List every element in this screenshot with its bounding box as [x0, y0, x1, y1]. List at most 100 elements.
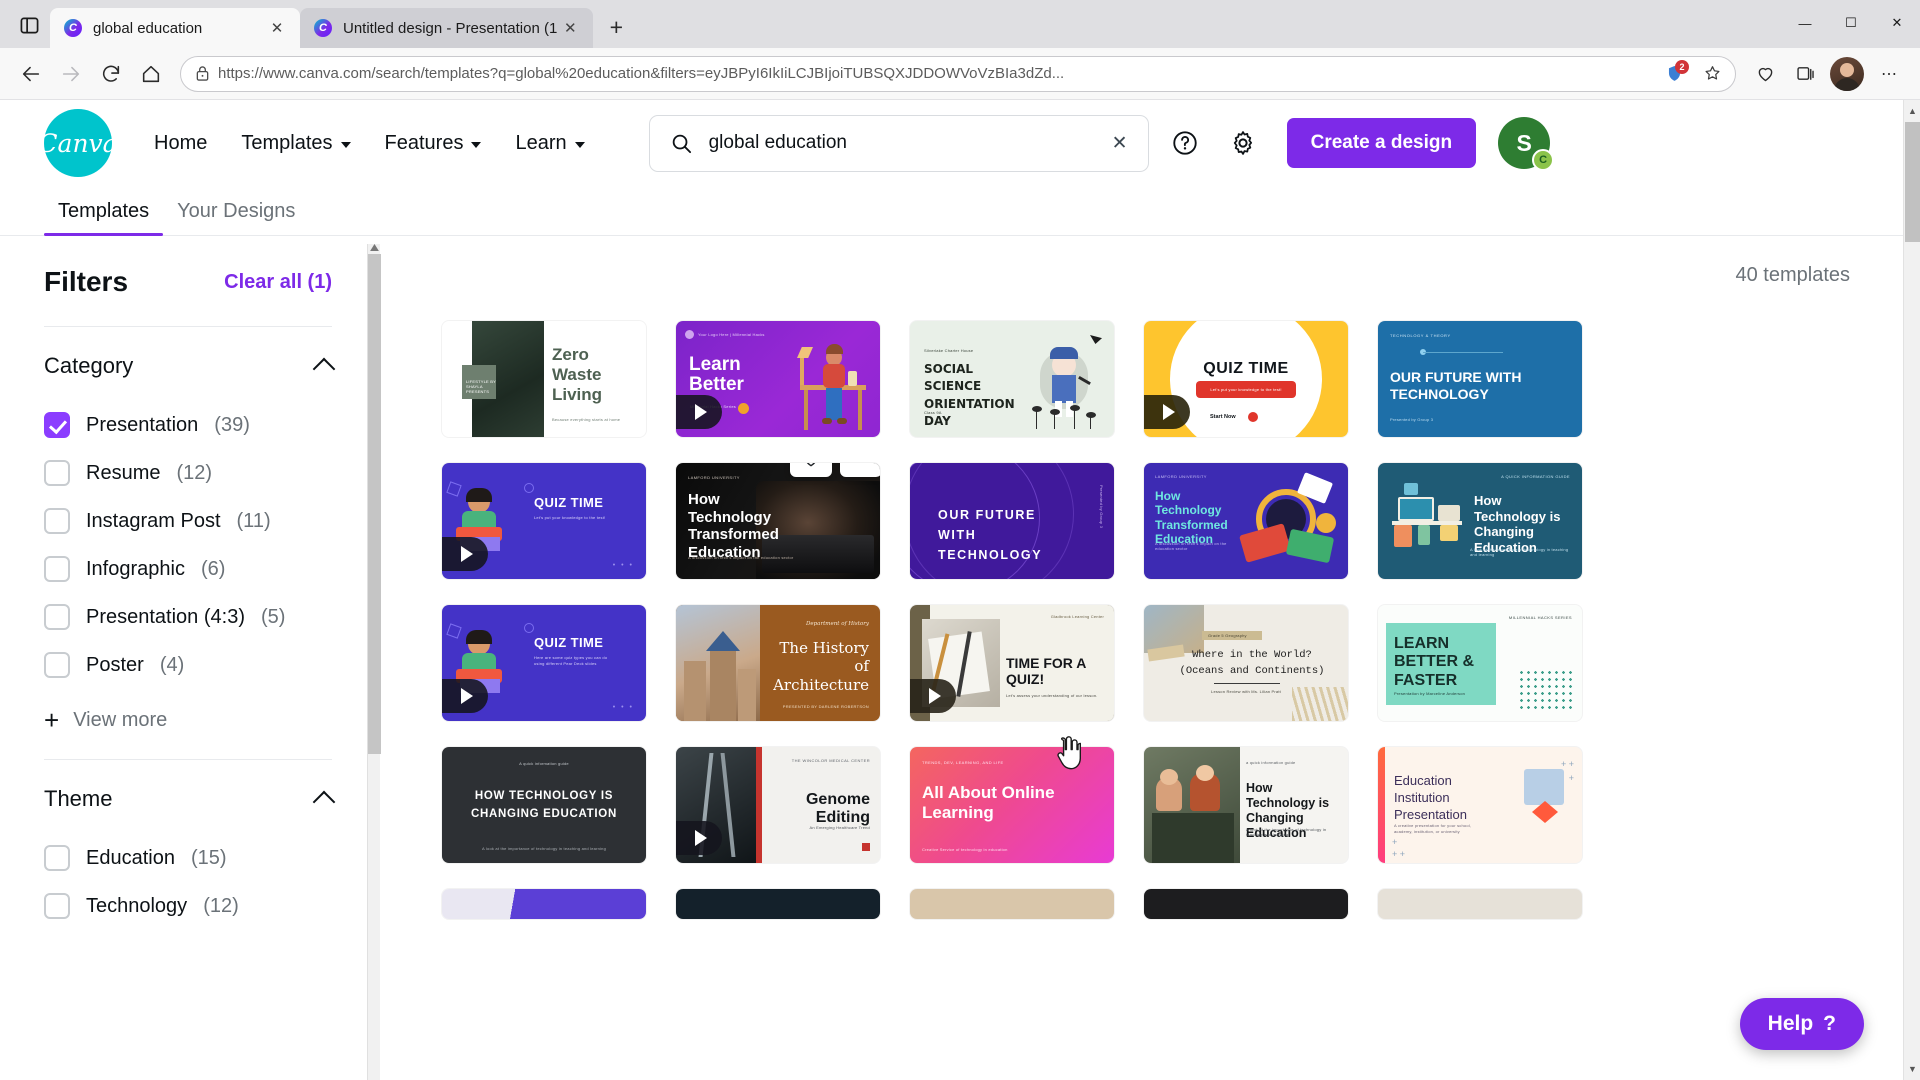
template-card-how-technology-transformed-education-blue[interactable]: LAMFORD UNIVERSITY How Technology Transf… [1144, 463, 1348, 579]
window-controls: — ☐ ✕ [1782, 0, 1920, 46]
tab-close-button[interactable]: ✕ [264, 15, 290, 41]
new-tab-button[interactable]: + [599, 10, 633, 44]
template-more-options-button[interactable]: ••• [840, 463, 880, 477]
template-card-how-technology-is-changing-education-teal[interactable]: A QUICK INFORMATION GUIDE How Technology… [1378, 463, 1582, 579]
video-play-badge[interactable] [1144, 395, 1190, 429]
filter-option-resume[interactable]: Resume (12) [44, 449, 332, 497]
template-card-quiz-time-yellow[interactable]: QUIZ TIME Let's put your knowledge to th… [1144, 321, 1348, 437]
template-card-our-future-with-technology-blue[interactable]: TECHNOLOGY & THEORY OUR FUTURE WITH TECH… [1378, 321, 1582, 437]
nav-item-home[interactable]: Home [154, 132, 207, 155]
home-button[interactable] [132, 55, 170, 93]
template-card-quiz-time-pear-deck[interactable]: QUIZ TIME Here are some quiz types you c… [442, 605, 646, 721]
card-subtitle: Creative Service of technology in educat… [922, 847, 1008, 852]
tab-your-designs[interactable]: Your Designs [163, 200, 309, 235]
template-card-quiz-time-purple[interactable]: QUIZ TIME Let's put your knowledge to th… [442, 463, 646, 579]
checkbox-icon[interactable] [44, 508, 70, 534]
back-button[interactable] [12, 55, 50, 93]
video-play-badge[interactable] [676, 395, 722, 429]
settings-icon-button[interactable] [1221, 121, 1265, 165]
filter-section-category-header[interactable]: Category [44, 353, 332, 401]
checkbox-icon[interactable] [44, 845, 70, 871]
user-avatar[interactable]: S C [1498, 117, 1550, 169]
sidebar-scrollbar-thumb[interactable] [368, 254, 381, 754]
video-play-badge[interactable] [442, 679, 488, 713]
template-card-history-of-architecture[interactable]: Department of History The History of Arc… [676, 605, 880, 721]
maximize-button[interactable]: ☐ [1828, 0, 1874, 46]
tab-templates[interactable]: Templates [44, 200, 163, 235]
template-card-learn-better[interactable]: Your Logo Here | Millennial Hacks Learn … [676, 321, 880, 437]
filter-option-infographic[interactable]: Infographic (6) [44, 545, 332, 593]
template-card-where-in-the-world[interactable]: Grade 5 Geography Where in the World? (O… [1144, 605, 1348, 721]
template-card-education-institution-presentation[interactable]: Education Institution Presentation A cre… [1378, 747, 1582, 863]
filter-option-technology[interactable]: Technology (12) [44, 882, 332, 930]
browser-tab-1[interactable]: C Untitled design - Presentation (1 ✕ [300, 8, 593, 48]
browser-window: C global education ✕ C Untitled design -… [0, 0, 1920, 1080]
search-input[interactable] [709, 132, 1090, 154]
tab-sidebar-toggle-button[interactable] [8, 5, 50, 45]
filter-option-presentation[interactable]: Presentation (39) [44, 401, 332, 449]
video-play-badge[interactable] [442, 537, 488, 571]
filter-option-presentation-4-3[interactable]: Presentation (4:3) (5) [44, 593, 332, 641]
create-a-design-button[interactable]: Create a design [1287, 118, 1477, 168]
template-card-social-science-orientation-day[interactable]: Silverlake Charter House SOCIAL SCIENCE … [910, 321, 1114, 437]
close-window-button[interactable]: ✕ [1874, 0, 1920, 46]
favorite-template-button[interactable] [790, 463, 832, 477]
nav-item-features[interactable]: Features [385, 132, 482, 155]
collections-icon [1795, 63, 1816, 84]
view-more-category-button[interactable]: + View more [44, 689, 332, 759]
checkbox-icon[interactable] [44, 893, 70, 919]
filter-option-poster[interactable]: Poster (4) [44, 641, 332, 689]
refresh-button[interactable] [92, 55, 130, 93]
template-card-partial-row[interactable] [1144, 889, 1348, 919]
template-card-genome-editing[interactable]: THE WINCOLOR MEDICAL CENTER Genome Editi… [676, 747, 880, 863]
minimize-button[interactable]: — [1782, 0, 1828, 46]
template-card-how-technology-is-changing-education-photo[interactable]: a quick information guide How Technology… [1144, 747, 1348, 863]
filter-label: Presentation [86, 414, 198, 437]
favorites-button[interactable] [1746, 55, 1784, 93]
clear-search-button[interactable]: ✕ [1106, 129, 1134, 157]
video-play-badge[interactable] [676, 821, 722, 855]
help-icon-button[interactable] [1163, 121, 1207, 165]
add-favorite-button[interactable] [1697, 59, 1727, 89]
template-card-how-technology-is-changing-education-dark[interactable]: A quick information guide HOW TECHNOLOGY… [442, 747, 646, 863]
checkbox-icon[interactable] [44, 556, 70, 582]
browser-tab-0[interactable]: C global education ✕ [50, 8, 300, 48]
tracking-prevention-button[interactable]: 2 [1659, 59, 1689, 89]
scroll-down-arrow-icon[interactable]: ▼ [1904, 1060, 1920, 1078]
help-widget-button[interactable]: Help ? [1740, 998, 1864, 1050]
profile-avatar[interactable] [1830, 57, 1864, 91]
template-card-partial-row[interactable] [910, 889, 1114, 919]
page-scrollbar[interactable]: ▲ ▼ [1903, 100, 1920, 1080]
template-card-how-technology-transformed-education-dark[interactable]: LAMFORD UNIVERSITY How Technology Transf… [676, 463, 880, 579]
checkbox-icon[interactable] [44, 604, 70, 630]
template-card-time-for-a-quiz[interactable]: Gladbrook Learning Center TIME FOR A QUI… [910, 605, 1114, 721]
checkbox-icon[interactable] [44, 652, 70, 678]
checkbox-checked-icon[interactable] [44, 412, 70, 438]
nav-item-learn[interactable]: Learn [515, 132, 584, 155]
search-bar[interactable]: ✕ [649, 115, 1149, 172]
filter-section-theme-header[interactable]: Theme [44, 786, 332, 834]
sidebar-scrollbar[interactable] [367, 244, 380, 1080]
clear-all-button[interactable]: Clear all (1) [224, 271, 332, 294]
filter-option-instagram-post[interactable]: Instagram Post (11) [44, 497, 332, 545]
forward-button[interactable] [52, 55, 90, 93]
template-card-partial-row[interactable] [442, 889, 646, 919]
checkbox-icon[interactable] [44, 460, 70, 486]
address-bar[interactable]: https://www.canva.com/search/templates?q… [180, 56, 1736, 92]
template-card-partial-row[interactable] [1378, 889, 1582, 919]
template-card-partial-row[interactable] [676, 889, 880, 919]
canva-logo[interactable]: Canva [44, 109, 112, 177]
template-card-our-future-with-technology-violet[interactable]: OUR FUTURE WITH TECHNOLOGY Presented by … [910, 463, 1114, 579]
template-card-zero-waste-living[interactable]: LIFESTYLE BY SHAYLA PRESENTS Zero Waste … [442, 321, 646, 437]
page-scrollbar-thumb[interactable] [1905, 122, 1920, 242]
browser-settings-button[interactable]: ⋯ [1870, 55, 1908, 93]
scroll-up-arrow-icon[interactable]: ▲ [1904, 102, 1920, 120]
template-card-learn-better-faster[interactable]: MILLENNIAL HACKS SERIES LEARN BETTER & F… [1378, 605, 1582, 721]
nav-item-templates[interactable]: Templates [241, 132, 350, 155]
scroll-up-arrow-icon[interactable] [368, 240, 381, 254]
template-card-all-about-online-learning[interactable]: TRENDS, DEV, LEARNING, AND LIFE All Abou… [910, 747, 1114, 863]
filter-option-education[interactable]: Education (15) [44, 834, 332, 882]
video-play-badge[interactable] [910, 679, 956, 713]
tab-close-button[interactable]: ✕ [557, 15, 583, 41]
collections-button[interactable] [1786, 55, 1824, 93]
